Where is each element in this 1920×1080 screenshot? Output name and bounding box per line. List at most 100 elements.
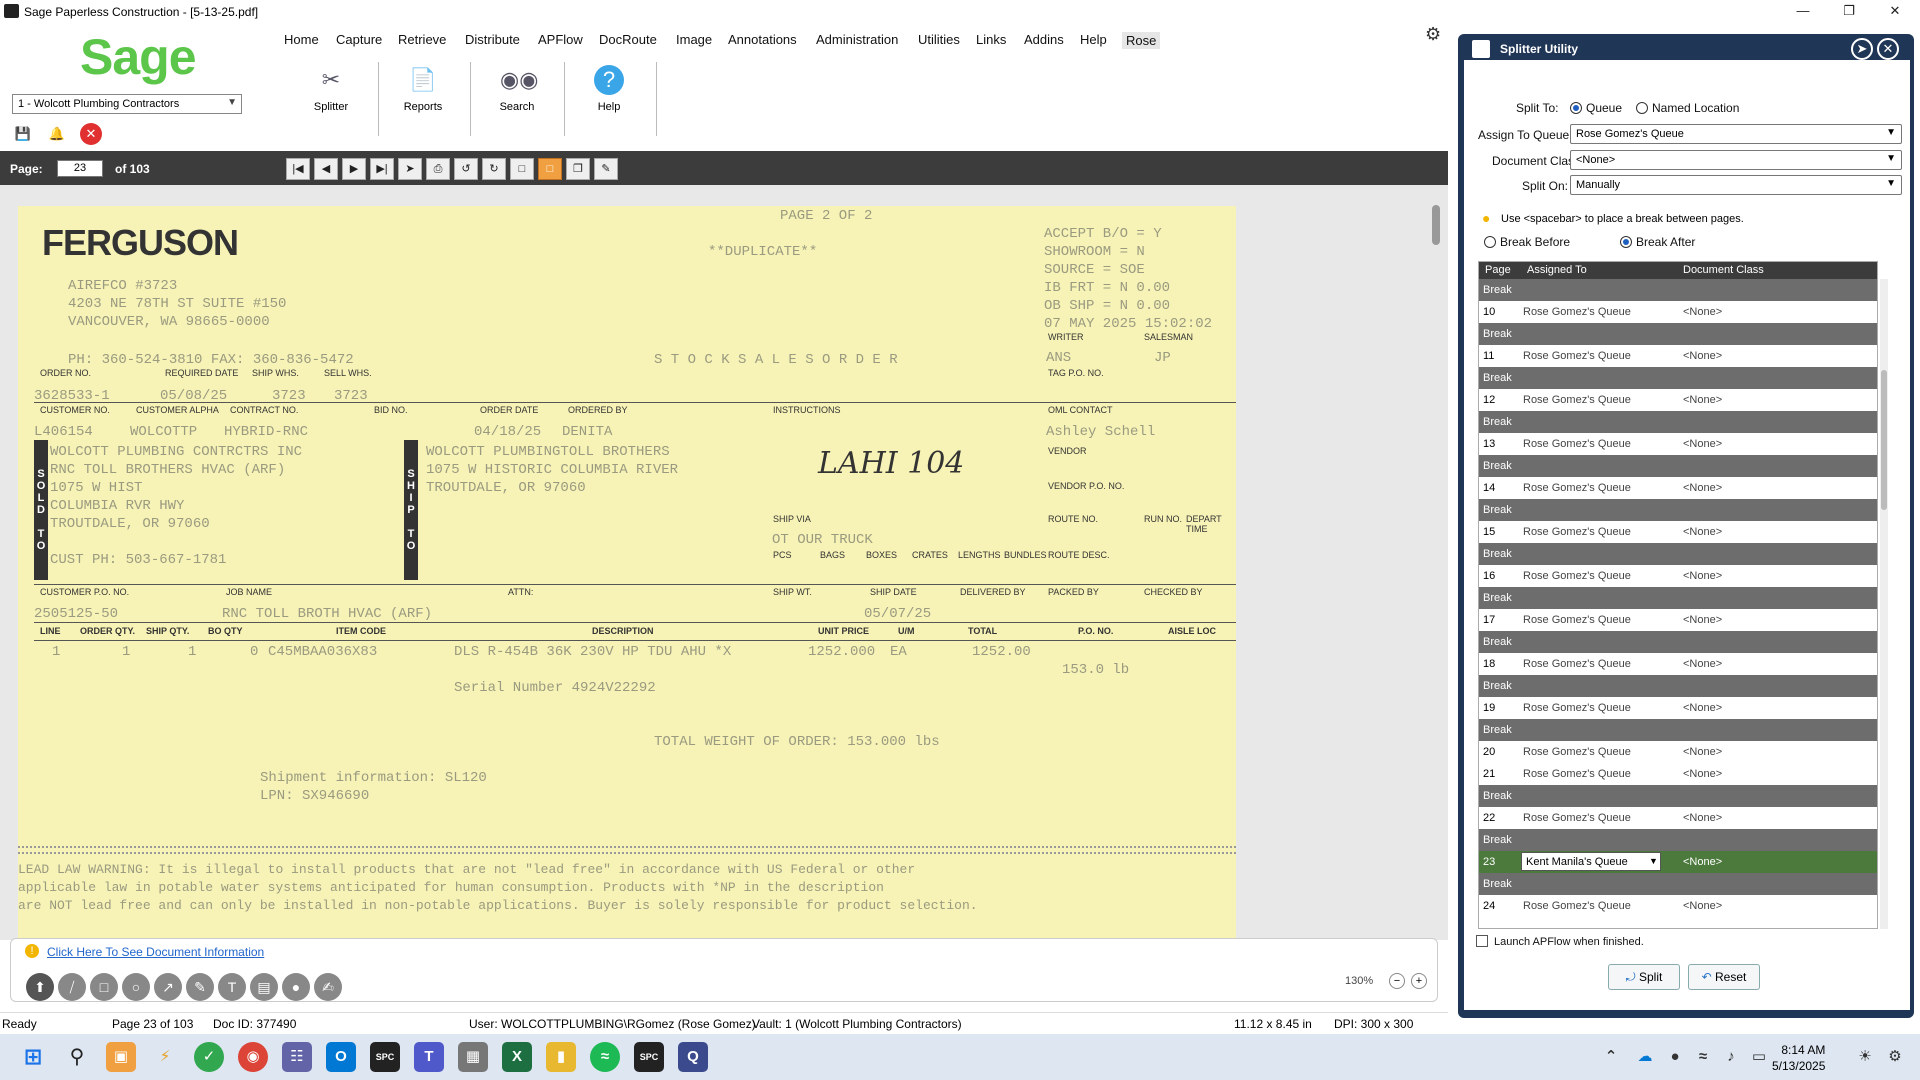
- break-row[interactable]: Break: [1479, 455, 1877, 477]
- close-document-icon[interactable]: ✕: [80, 123, 102, 145]
- page-row[interactable]: 15 Rose Gomez's Queue <None>: [1479, 521, 1877, 543]
- previous-page-icon[interactable]: ◀: [314, 158, 338, 180]
- splitter-button[interactable]: ✂ Splitter: [294, 62, 368, 128]
- vault-select[interactable]: 1 - Wolcott Plumbing Contractors ▼: [12, 94, 242, 114]
- chrome-icon[interactable]: ◉: [238, 1042, 268, 1072]
- page-row[interactable]: 24 Rose Gomez's Queue <None>: [1479, 895, 1877, 917]
- menu-retrieve[interactable]: Retrieve: [398, 32, 446, 47]
- break-row[interactable]: Break: [1479, 279, 1877, 301]
- page-view-icon[interactable]: □: [538, 158, 562, 180]
- menu-capture[interactable]: Capture: [336, 32, 382, 47]
- zoom-out-icon[interactable]: −: [1389, 973, 1405, 989]
- rotate-left-icon[interactable]: ↺: [454, 158, 478, 180]
- break-row[interactable]: Break: [1479, 543, 1877, 565]
- page-row[interactable]: 12 Rose Gomez's Queue <None>: [1479, 389, 1877, 411]
- outlook-icon[interactable]: O: [326, 1042, 356, 1072]
- search-icon[interactable]: ⚲: [62, 1042, 92, 1072]
- clock[interactable]: 8:14 AM 5/13/2025: [1772, 1042, 1825, 1074]
- rotate-right-icon[interactable]: ↻: [482, 158, 506, 180]
- break-row[interactable]: Break: [1479, 323, 1877, 345]
- volume-icon[interactable]: ♪: [1716, 1042, 1746, 1072]
- menu-rose[interactable]: Rose: [1122, 32, 1161, 49]
- break-row[interactable]: Break: [1479, 499, 1877, 521]
- save-icon[interactable]: 💾: [12, 123, 34, 145]
- windows-start-icon[interactable]: ⊞: [18, 1042, 48, 1072]
- stamp-tool-icon[interactable]: ●: [282, 973, 310, 1001]
- row-assigned-select[interactable]: Kent Manila's Queue: [1521, 852, 1661, 871]
- last-page-icon[interactable]: ▶|: [370, 158, 394, 180]
- app-icon-3[interactable]: ✓: [194, 1042, 224, 1072]
- menu-help[interactable]: Help: [1080, 32, 1107, 47]
- split-on-select[interactable]: Manually ▼: [1570, 175, 1902, 195]
- break-row[interactable]: Break: [1479, 367, 1877, 389]
- notification-icon[interactable]: ☀: [1850, 1042, 1880, 1072]
- highlighter-tool-icon[interactable]: ✎: [186, 973, 214, 1001]
- microphone-icon[interactable]: ●: [1660, 1042, 1690, 1072]
- first-page-icon[interactable]: |◀: [286, 158, 310, 180]
- menu-administration[interactable]: Administration: [816, 32, 898, 47]
- app-icon-2[interactable]: ⚡: [150, 1042, 180, 1072]
- page-row[interactable]: 18 Rose Gomez's Queue <None>: [1479, 653, 1877, 675]
- break-row[interactable]: Break: [1479, 873, 1877, 895]
- app-icon-5[interactable]: ☷: [282, 1042, 312, 1072]
- search-button[interactable]: ◉◉ Search: [480, 62, 554, 128]
- battery-icon[interactable]: ▭: [1744, 1042, 1774, 1072]
- page-row[interactable]: 21 Rose Gomez's Queue <None>: [1479, 763, 1877, 785]
- app-icon-1[interactable]: ▣: [106, 1042, 136, 1072]
- tray-chevron-icon[interactable]: ⌃: [1596, 1042, 1626, 1072]
- settings-tray-icon[interactable]: ⚙: [1880, 1042, 1910, 1072]
- break-row[interactable]: Break: [1479, 411, 1877, 433]
- break-after-radio[interactable]: Break After: [1620, 235, 1695, 249]
- print-icon[interactable]: ⎙: [426, 158, 450, 180]
- app-icon-16[interactable]: Q: [678, 1042, 708, 1072]
- pages-icon[interactable]: ❐: [566, 158, 590, 180]
- page-row[interactable]: 16 Rose Gomez's Queue <None>: [1479, 565, 1877, 587]
- text-tool-icon[interactable]: T: [218, 973, 246, 1001]
- close-button[interactable]: ✕: [1872, 0, 1918, 24]
- menu-apflow[interactable]: APFlow: [538, 32, 583, 47]
- send-icon[interactable]: ➤: [398, 158, 422, 180]
- break-row[interactable]: Break: [1479, 587, 1877, 609]
- document-class-select[interactable]: <None> ▼: [1570, 150, 1902, 170]
- page-row[interactable]: 10 Rose Gomez's Queue <None>: [1479, 301, 1877, 323]
- line-tool-icon[interactable]: ⧸: [58, 973, 86, 1001]
- reset-button[interactable]: ↶ Reset: [1688, 964, 1760, 990]
- teams-icon[interactable]: T: [414, 1042, 444, 1072]
- page-row[interactable]: 11 Rose Gomez's Queue <None>: [1479, 345, 1877, 367]
- break-row[interactable]: Break: [1479, 631, 1877, 653]
- menu-home[interactable]: Home: [284, 32, 319, 47]
- selected-page-row[interactable]: 23 Kent Manila's Queue ▼ <None>: [1479, 851, 1877, 873]
- break-row[interactable]: Break: [1479, 719, 1877, 741]
- split-to-named-location-radio[interactable]: Named Location: [1636, 101, 1739, 115]
- note-tool-icon[interactable]: ▤: [250, 973, 278, 1001]
- document-scrollbar[interactable]: [1432, 205, 1440, 245]
- spc-active-icon[interactable]: SPC: [634, 1042, 664, 1072]
- zoom-in-icon[interactable]: +: [1411, 973, 1427, 989]
- grid-scrollbar-thumb[interactable]: [1881, 370, 1887, 510]
- spotify-icon[interactable]: ≈: [590, 1042, 620, 1072]
- break-row[interactable]: Break: [1479, 829, 1877, 851]
- onedrive-icon[interactable]: ☁: [1630, 1042, 1660, 1072]
- ellipse-tool-icon[interactable]: ○: [122, 973, 150, 1001]
- menu-image[interactable]: Image: [676, 32, 712, 47]
- arrow-tool-icon[interactable]: ↗: [154, 973, 182, 1001]
- menu-docroute[interactable]: DocRoute: [599, 32, 657, 47]
- bell-icon[interactable]: 🔔: [46, 123, 68, 145]
- page-row[interactable]: 14 Rose Gomez's Queue <None>: [1479, 477, 1877, 499]
- menu-addins[interactable]: Addins: [1024, 32, 1064, 47]
- split-button[interactable]: ⤾ Split: [1608, 964, 1680, 990]
- spc-icon[interactable]: SPC: [370, 1042, 400, 1072]
- edit-page-icon[interactable]: ✎: [594, 158, 618, 180]
- excel-icon[interactable]: X: [502, 1042, 532, 1072]
- close-panel-icon[interactable]: ✕: [1877, 38, 1899, 60]
- page-icon[interactable]: □: [510, 158, 534, 180]
- page-row[interactable]: 17 Rose Gomez's Queue <None>: [1479, 609, 1877, 631]
- gear-icon[interactable]: ⚙: [1425, 24, 1441, 45]
- launch-apflow-checkbox[interactable]: Launch APFlow when finished.: [1476, 935, 1644, 948]
- page-row[interactable]: 13 Rose Gomez's Queue <None>: [1479, 433, 1877, 455]
- break-row[interactable]: Break: [1479, 675, 1877, 697]
- calculator-icon[interactable]: ▦: [458, 1042, 488, 1072]
- maximize-button[interactable]: ❐: [1826, 0, 1872, 24]
- page-row[interactable]: 22 Rose Gomez's Queue <None>: [1479, 807, 1877, 829]
- page-row[interactable]: 19 Rose Gomez's Queue <None>: [1479, 697, 1877, 719]
